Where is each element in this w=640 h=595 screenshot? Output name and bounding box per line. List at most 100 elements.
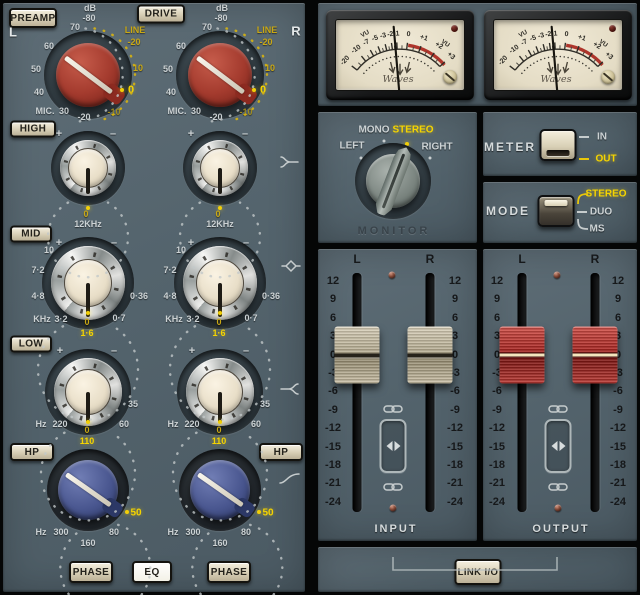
hp-freq-current: 50 xyxy=(262,508,273,519)
hp-freq-knob-right[interactable] xyxy=(190,460,250,520)
high-band-button[interactable]: HIGH xyxy=(10,121,56,138)
vu-screw xyxy=(601,70,615,84)
preamp-scale-label: -20 xyxy=(259,37,272,47)
meter-title: METER xyxy=(484,140,536,154)
low-hz-label: Hz xyxy=(168,419,179,429)
low-gain-knob-right[interactable] xyxy=(186,358,254,426)
input-r-header: R xyxy=(426,252,435,266)
svg-text:-5: -5 xyxy=(371,34,379,43)
preamp-scale-label: 30 xyxy=(191,106,201,116)
monitor-mono-dot xyxy=(383,140,386,143)
fader-scale-value: -12 xyxy=(610,422,626,434)
preamp-value-dot xyxy=(120,88,124,92)
mid-band-button[interactable]: MID xyxy=(10,226,52,243)
low-band-button[interactable]: LOW xyxy=(10,336,52,353)
vu-screw xyxy=(443,70,457,84)
phase-button-right[interactable]: PHASE xyxy=(207,561,251,583)
gain-minus-label: – xyxy=(110,128,116,140)
hp-freq-label: 80 xyxy=(241,527,251,537)
mode-ms-label: MS xyxy=(590,224,605,235)
preamp-scale-label: MIC. xyxy=(168,106,187,116)
fader-scale-value: -12 xyxy=(325,422,341,434)
monitor-right-dot xyxy=(429,157,432,160)
fader-scale-value: -15 xyxy=(325,441,341,453)
output-fader-l[interactable] xyxy=(500,327,545,384)
svg-text:0: 0 xyxy=(564,31,569,38)
hp-value-dot xyxy=(257,510,261,514)
hp-hz-label: Hz xyxy=(168,527,179,537)
low-gain-knob-left[interactable] xyxy=(54,358,122,426)
svg-text:-3: -3 xyxy=(537,32,545,40)
meter-in-out-switch[interactable] xyxy=(540,129,577,161)
fader-scale-value: -18 xyxy=(447,459,463,471)
high-gain-knob-left[interactable] xyxy=(60,140,116,196)
fader-scale-value: -18 xyxy=(610,459,626,471)
input-fader-l[interactable] xyxy=(335,327,380,384)
meter-out-tick xyxy=(579,158,589,160)
eq-button[interactable]: EQ xyxy=(132,561,172,583)
preamp-gain-knob-left[interactable] xyxy=(56,43,120,107)
fader-scale-value: -24 xyxy=(447,496,463,508)
mid-freq-label: 4·8 xyxy=(163,291,176,301)
input-fader-r[interactable] xyxy=(408,327,453,384)
fader-scale-value: -24 xyxy=(610,496,626,508)
knob-pointer-stripe xyxy=(65,473,112,508)
preamp-scale-label: 40 xyxy=(34,87,44,97)
link-io-button[interactable]: LINK I/O xyxy=(455,559,502,585)
svg-text:-10: -10 xyxy=(350,44,362,56)
preamp-scale-label: 10 xyxy=(265,63,275,73)
svg-text:+1: +1 xyxy=(577,34,587,43)
high-gain-knob-right[interactable] xyxy=(192,140,248,196)
input-section-label: INPUT xyxy=(375,523,418,535)
fader-scale-value: -21 xyxy=(489,477,505,489)
svg-text:+3: +3 xyxy=(445,51,456,62)
preamp-scale-label: -80 xyxy=(214,13,227,23)
mid-freq-label: 0·36 xyxy=(130,291,148,301)
fader-scale-value: -18 xyxy=(325,459,341,471)
vu-face: -20-10-7-5-3-2-10+1+2+3VUVUWaves xyxy=(335,19,465,91)
mode-title: MODE xyxy=(486,204,530,218)
output-lr-link-button[interactable] xyxy=(545,419,572,473)
mid-freq-label: 7·2 xyxy=(163,265,176,275)
fader-scale-value: 3 xyxy=(452,330,458,342)
monitor-right-label: RIGHT xyxy=(421,142,452,153)
fader-scale-value: -24 xyxy=(325,496,341,508)
hp-button-right[interactable]: HP xyxy=(259,443,303,461)
gain-minus-label: – xyxy=(243,345,249,357)
vu-face: -20-10-7-5-3-2-10+1+2+3VUVUWaves xyxy=(493,19,623,91)
fader-scale-value: -21 xyxy=(610,477,626,489)
input-led xyxy=(389,272,396,279)
mode-switch[interactable] xyxy=(538,195,575,227)
monitor-knob[interactable] xyxy=(366,154,420,208)
mid-freq-label: 3·2 xyxy=(54,314,67,324)
link-chain-icon xyxy=(548,404,568,414)
low-zero-dot xyxy=(218,420,222,424)
hp-freq-knob-left[interactable] xyxy=(58,460,118,520)
svg-text:-3: -3 xyxy=(379,32,387,40)
preamp-current-value: 0 xyxy=(128,84,134,96)
knob-pointer xyxy=(218,392,222,423)
mid-gain-zero: 0 xyxy=(84,317,89,327)
preamp-value-dot xyxy=(252,88,256,92)
knob-pointer xyxy=(86,168,90,194)
input-lr-link-button[interactable] xyxy=(380,419,407,473)
mid-khz-label: KHz xyxy=(165,314,183,324)
phase-button-left[interactable]: PHASE xyxy=(69,561,113,583)
svg-text:+1: +1 xyxy=(419,34,429,43)
monitor-title: MONITOR xyxy=(358,225,431,237)
mid-gain-knob-left[interactable] xyxy=(51,246,125,320)
fader-scale-value: 12 xyxy=(327,275,339,287)
fader-scale-value: -21 xyxy=(447,477,463,489)
drive-button[interactable]: DRIVE xyxy=(137,5,185,24)
fader-scale-value: 12 xyxy=(491,275,503,287)
preamp-scale-label: -20 xyxy=(209,112,222,122)
gain-minus-label: – xyxy=(242,128,248,140)
vu-peak-led xyxy=(609,25,616,32)
preamp-gain-knob-right[interactable] xyxy=(188,43,252,107)
output-fader-r[interactable] xyxy=(573,327,618,384)
fader-scale-value: 9 xyxy=(615,293,621,305)
mid-gain-knob-right[interactable] xyxy=(183,246,257,320)
low-freq-label: 35 xyxy=(260,399,270,409)
svg-text:-7: -7 xyxy=(520,38,529,47)
hp-button-left[interactable]: HP xyxy=(10,443,54,461)
